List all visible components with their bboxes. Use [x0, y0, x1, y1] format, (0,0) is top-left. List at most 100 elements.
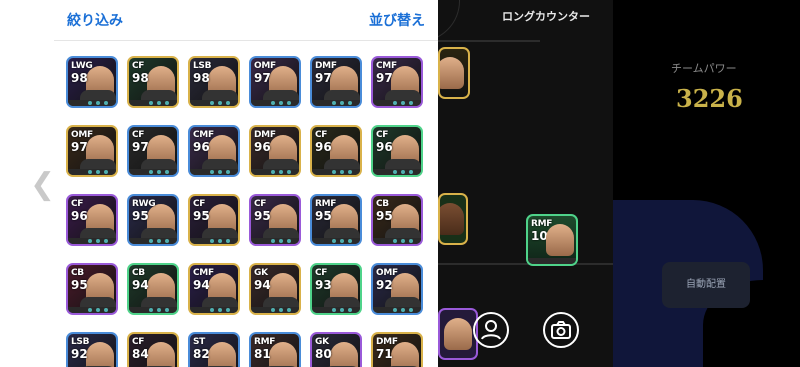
- player-photo: [147, 342, 175, 367]
- player-position: OMF: [376, 268, 398, 278]
- player-card[interactable]: CB 95: [66, 263, 118, 315]
- player-shirt: [202, 228, 238, 238]
- player-card[interactable]: DMF 96: [249, 125, 301, 177]
- player-rating: 92: [376, 278, 393, 292]
- player-position: DMF: [376, 337, 398, 347]
- player-rating: 94: [254, 278, 271, 292]
- player-card[interactable]: CF 93: [310, 263, 362, 315]
- player-position: RMF: [254, 337, 276, 347]
- player-card[interactable]: CF 95: [249, 194, 301, 246]
- field-player-card[interactable]: [438, 47, 470, 99]
- player-rating: 95: [315, 209, 332, 223]
- skill-bar: [312, 100, 360, 106]
- player-shirt: [324, 90, 360, 100]
- player-card[interactable]: CF 96: [66, 194, 118, 246]
- player-position: CF: [132, 61, 145, 71]
- skill-bar: [190, 169, 238, 175]
- player-card[interactable]: CF 96: [371, 125, 423, 177]
- left-margin: ❮: [0, 0, 55, 367]
- skill-bar: [251, 100, 299, 106]
- player-rating: 81: [254, 347, 271, 361]
- player-card[interactable]: LWG 98: [66, 56, 118, 108]
- player-rating: 96: [193, 140, 210, 154]
- player-card[interactable]: CB 94: [127, 263, 179, 315]
- skill-bar: [251, 307, 299, 313]
- player-card[interactable]: CF 95: [188, 194, 240, 246]
- field-player-card[interactable]: [438, 193, 468, 245]
- player-card[interactable]: RMF 81: [249, 332, 301, 367]
- player-rating: 95: [254, 209, 271, 223]
- header-divider: [54, 40, 438, 41]
- player-rating: 97: [315, 71, 332, 85]
- player-card[interactable]: CF 97: [127, 125, 179, 177]
- player-shirt: [263, 228, 299, 238]
- formation-title: ロングカウンター: [502, 10, 590, 23]
- chevron-left-icon[interactable]: ❮: [30, 170, 55, 200]
- player-card[interactable]: CMF 97: [371, 56, 423, 108]
- camera-icon: [551, 321, 571, 339]
- player-shirt: [80, 159, 116, 169]
- player-card[interactable]: OMF 97: [249, 56, 301, 108]
- player-position: LSB: [71, 337, 90, 347]
- player-position: CMF: [376, 61, 397, 71]
- skill-bar: [129, 307, 177, 313]
- player-shirt: [385, 228, 421, 238]
- player-card[interactable]: CF 98: [127, 56, 179, 108]
- field-player-card[interactable]: RMF 105: [526, 214, 578, 266]
- player-position: CB: [71, 268, 84, 278]
- player-position: CF: [315, 130, 328, 140]
- player-photo: [86, 342, 114, 367]
- player-rating: 96: [315, 140, 332, 154]
- skill-bar: [373, 307, 421, 313]
- skill-bar: [190, 307, 238, 313]
- player-position: ST: [193, 337, 206, 347]
- player-card[interactable]: CMF 94: [188, 263, 240, 315]
- player-shirt: [263, 90, 299, 100]
- player-shirt: [141, 228, 177, 238]
- player-rating: 95: [132, 209, 149, 223]
- player-card[interactable]: CF 96: [310, 125, 362, 177]
- player-position: LWG: [71, 61, 93, 71]
- player-rating: 95: [193, 209, 210, 223]
- player-position: CF: [254, 199, 267, 209]
- skill-bar: [312, 238, 360, 244]
- skill-bar: [312, 307, 360, 313]
- skill-bar: [312, 169, 360, 175]
- player-card[interactable]: OMF 97: [66, 125, 118, 177]
- player-rating: 92: [71, 347, 88, 361]
- player-photo: [208, 342, 236, 367]
- player-card[interactable]: DMF 97: [310, 56, 362, 108]
- player-card[interactable]: CF 84: [127, 332, 179, 367]
- skill-bar: [373, 169, 421, 175]
- team-power-label: チームパワー: [671, 62, 737, 75]
- player-rating: 96: [254, 140, 271, 154]
- player-card[interactable]: RWG 95: [127, 194, 179, 246]
- player-card[interactable]: CMF 96: [188, 125, 240, 177]
- player-rating: 94: [193, 278, 210, 292]
- sort-button[interactable]: 並び替え: [369, 10, 425, 30]
- player-card[interactable]: RMF 95: [310, 194, 362, 246]
- player-shirt: [80, 297, 116, 307]
- player-position: CF: [132, 130, 145, 140]
- player-shirt: [80, 228, 116, 238]
- player-shirt: [324, 159, 360, 169]
- player-card[interactable]: GK 94: [249, 263, 301, 315]
- auto-assign-button[interactable]: 自動配置: [662, 262, 750, 308]
- player-shirt: [385, 90, 421, 100]
- filter-button[interactable]: 絞り込み: [67, 10, 123, 30]
- player-photo: [546, 224, 574, 256]
- camera-button[interactable]: [543, 312, 579, 348]
- player-card[interactable]: DMF 71: [371, 332, 423, 367]
- player-position: RWG: [132, 199, 156, 209]
- player-card[interactable]: ST 82: [188, 332, 240, 367]
- player-shirt: [385, 159, 421, 169]
- player-card[interactable]: LSB 92: [66, 332, 118, 367]
- player-card[interactable]: OMF 92: [371, 263, 423, 315]
- player-rating: 98: [71, 71, 88, 85]
- player-card[interactable]: CB 95: [371, 194, 423, 246]
- player-card[interactable]: LSB 98: [188, 56, 240, 108]
- player-photo: [440, 57, 464, 89]
- field-player-card[interactable]: [438, 308, 478, 360]
- person-button[interactable]: [473, 312, 509, 348]
- player-card[interactable]: GK 80: [310, 332, 362, 367]
